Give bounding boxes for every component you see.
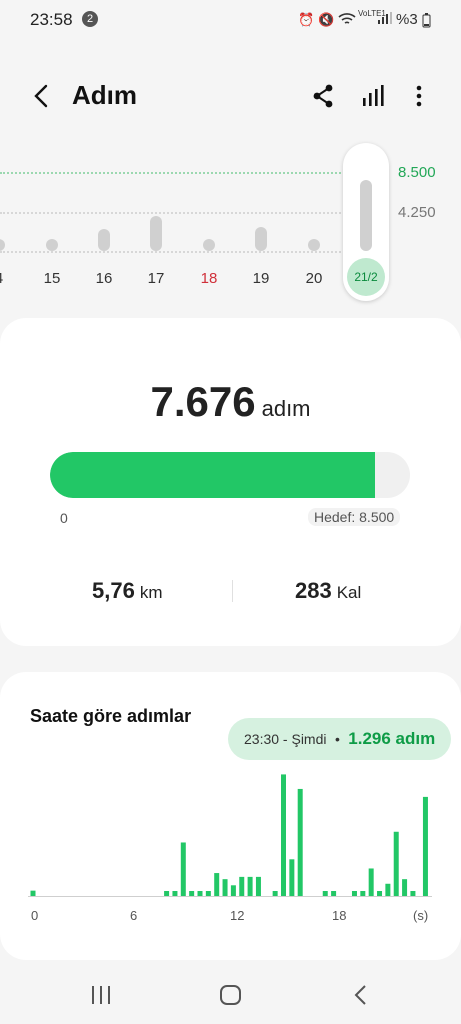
y-label-half: 4.250 <box>398 204 436 221</box>
hourly-bar <box>180 842 186 896</box>
hourly-bar <box>377 891 383 896</box>
week-bar-18[interactable] <box>203 239 215 251</box>
x-tick-12: 12 <box>230 908 245 923</box>
week-bar-15[interactable] <box>46 239 58 251</box>
hourly-bar <box>30 890 36 896</box>
tooltip-value: 1.296 adım <box>348 729 436 748</box>
trends-button[interactable] <box>358 80 388 112</box>
hourly-bar <box>422 796 428 896</box>
day-label-17[interactable]: 17 <box>139 270 173 287</box>
hourly-bar <box>239 876 245 896</box>
wifi-icon <box>338 12 356 29</box>
back-nav-icon <box>354 985 366 1005</box>
status-bar: 23:58 2 ⏰ 🔇 VoLTE1 %3 <box>0 0 461 40</box>
week-bar-19[interactable] <box>255 226 267 251</box>
hourly-bar <box>393 831 399 896</box>
step-count-unit: adım <box>261 396 311 421</box>
hourly-bar <box>189 891 195 896</box>
day-label-18[interactable]: 18 <box>192 270 226 287</box>
hourly-bar <box>289 859 295 896</box>
x-tick-18: 18 <box>332 908 347 923</box>
hourly-bar <box>410 891 416 896</box>
week-bar-16[interactable] <box>98 228 110 251</box>
hourly-bar <box>297 788 303 896</box>
distance-stat: 5,76 km <box>92 578 163 604</box>
y-label-goal: 8.500 <box>398 164 436 181</box>
stat-divider <box>232 580 233 602</box>
hourly-bar <box>164 891 170 896</box>
tooltip-time: 23:30 - Şimdi <box>244 731 327 747</box>
hourly-bar <box>197 891 203 896</box>
hourly-bar <box>368 868 374 896</box>
week-bar-4[interactable] <box>0 239 5 251</box>
page-title: Adım <box>72 80 137 110</box>
day-label-15[interactable]: 15 <box>35 270 69 287</box>
hourly-bar <box>322 891 328 896</box>
hourly-bar <box>402 879 408 896</box>
hourly-bar <box>360 891 366 896</box>
share-button[interactable] <box>308 80 338 112</box>
week-bar-17[interactable] <box>150 215 162 251</box>
alarm-icon: ⏰ <box>298 12 315 27</box>
hourly-title: Saate göre adımlar <box>30 706 192 726</box>
selected-day-label[interactable]: 21/2 <box>347 258 385 296</box>
hourly-bar <box>351 891 357 896</box>
hourly-bar <box>205 891 211 896</box>
hourly-bar <box>255 876 261 896</box>
goal-line <box>0 172 345 174</box>
progress-start-label: 0 <box>60 510 68 526</box>
step-progress-fill <box>50 452 376 498</box>
half-goal-line <box>0 212 345 214</box>
more-vertical-icon <box>416 85 422 107</box>
day-label-19[interactable]: 19 <box>244 270 278 287</box>
home-icon <box>220 985 241 1005</box>
back-button[interactable] <box>30 80 54 112</box>
more-options-button[interactable] <box>405 80 435 112</box>
x-tick-0: 0 <box>31 908 39 923</box>
day-label-20[interactable]: 20 <box>297 270 331 287</box>
distance-value: 5,76 <box>92 578 135 603</box>
goal-label[interactable]: Hedef: 8.500 <box>308 508 401 526</box>
selected-day-bar <box>360 179 372 251</box>
back-icon <box>34 84 48 108</box>
x-tick-6: 6 <box>130 908 138 923</box>
signal-icon <box>378 12 392 27</box>
status-time: 23:58 <box>30 10 73 29</box>
hourly-bar <box>331 891 337 896</box>
baseline <box>0 251 345 253</box>
day-label-4[interactable]: 4 <box>0 270 16 287</box>
calories-stat: 283 Kal <box>295 578 361 604</box>
hourly-bar <box>222 879 228 896</box>
bar-chart-icon <box>363 85 384 106</box>
hourly-tooltip: 23:30 - Şimdi • 1.296 adım <box>228 718 452 760</box>
step-progress-bar <box>50 452 410 498</box>
hourly-bar <box>247 876 253 896</box>
tooltip-separator: • <box>334 731 340 747</box>
day-label-16[interactable]: 16 <box>87 270 121 287</box>
calories-unit: Kal <box>336 583 362 602</box>
distance-unit: km <box>139 583 163 602</box>
hourly-bar <box>272 891 278 896</box>
hourly-bar <box>281 774 286 896</box>
calories-value: 283 <box>295 578 332 603</box>
hourly-bar <box>230 885 236 896</box>
recent-apps-button[interactable] <box>90 982 112 1008</box>
notification-count-badge: 2 <box>82 11 98 27</box>
step-count-value: 7.676 <box>150 378 256 425</box>
battery-icon <box>422 13 431 33</box>
week-bar-20[interactable] <box>308 239 320 251</box>
recent-apps-icon <box>92 986 110 1004</box>
hourly-bar <box>385 883 391 896</box>
step-count: 7.676 adım <box>0 378 461 426</box>
hourly-chart <box>28 774 432 897</box>
nav-back-button[interactable] <box>350 982 372 1008</box>
mute-icon: 🔇 <box>318 12 335 27</box>
share-icon <box>313 84 333 108</box>
hourly-bar <box>214 873 220 896</box>
x-tick-unit: (s) <box>413 908 429 923</box>
battery-percent: %3 <box>396 11 418 28</box>
hourly-bar <box>172 891 178 896</box>
home-button[interactable] <box>218 982 244 1008</box>
